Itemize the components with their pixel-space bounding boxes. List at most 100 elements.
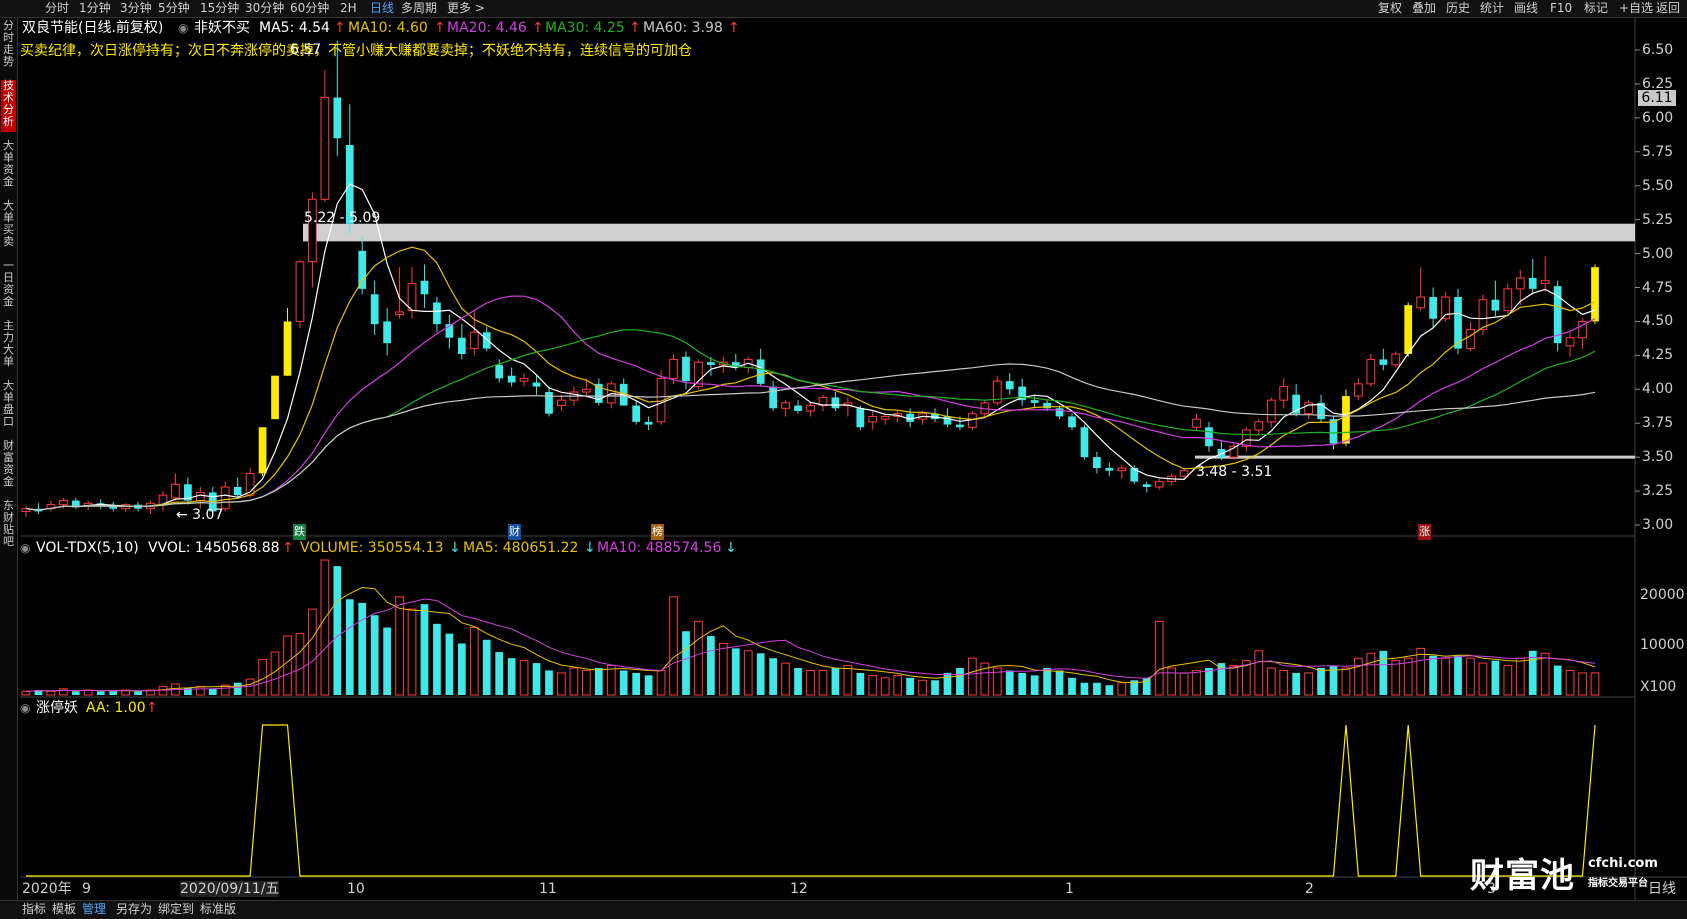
volume-bar	[195, 685, 205, 696]
candle-body	[682, 356, 690, 382]
watermark-logo: 财富池	[1470, 856, 1575, 896]
period-label: 日线	[1648, 881, 1676, 897]
volume-bar	[333, 566, 342, 695]
peak-price-label: 6.57	[290, 42, 322, 58]
candle-body	[644, 421, 653, 425]
candle-body	[557, 399, 566, 407]
event-marker-down[interactable]: 跌	[293, 524, 306, 540]
ma20-value: MA20: 4.46	[447, 20, 527, 36]
volume-bar	[1030, 675, 1039, 695]
volume-bar	[669, 596, 678, 696]
price-tick: 3.25	[1642, 483, 1674, 500]
candle-body	[1379, 359, 1388, 365]
price-tick: 4.25	[1642, 347, 1674, 364]
kline-chart[interactable]	[0, 0, 1687, 900]
price-tick: 3.50	[1642, 449, 1674, 466]
volume-bar	[1117, 682, 1127, 696]
volume-bar	[656, 669, 666, 696]
candle-body	[370, 294, 379, 325]
date-label-year: 2020年	[22, 881, 72, 897]
ma5-value: MA5: 4.54	[259, 20, 330, 36]
candle-body	[756, 359, 765, 384]
volume-bar	[1055, 670, 1064, 695]
bottom-tab[interactable]: 绑定到	[158, 902, 194, 917]
candle-body	[1540, 280, 1550, 284]
ma60-value: MA60: 3.98	[643, 20, 723, 36]
volume-bar	[71, 691, 80, 695]
bottom-toolbar: 指标 模板 管理 另存为 绑定到 标准版	[0, 900, 1687, 919]
bottom-tab[interactable]: 标准版	[200, 902, 236, 917]
date-label-cursor: 2020/09/11/五	[180, 881, 280, 897]
volume-bar	[968, 657, 977, 696]
date-label-feb: 2	[1305, 881, 1314, 897]
volume-bar	[358, 602, 367, 695]
candle-body	[333, 97, 342, 139]
volume-bar	[644, 675, 653, 695]
volume-bar	[632, 672, 641, 695]
volume-bar	[383, 627, 391, 695]
volume-bar	[781, 662, 790, 696]
volume-bar	[606, 665, 616, 696]
candle-body	[1429, 297, 1437, 319]
volume-indicator-name: VOL-TDX(5,10)	[36, 540, 139, 556]
vvol-arrow-icon: ↑	[282, 540, 294, 556]
volume-bar	[619, 670, 628, 695]
ma30-arrow-icon: ↑	[629, 20, 641, 36]
candle-body	[545, 392, 553, 414]
volume-tick-20000: 20000	[1640, 587, 1685, 603]
candle-body	[1192, 418, 1201, 428]
volume-bar	[208, 688, 217, 695]
volume-bar	[1068, 677, 1076, 695]
signal-indicator-name: 涨停妖	[36, 700, 78, 716]
volume-bar	[1317, 668, 1325, 695]
ma30-line	[25, 329, 1596, 511]
signal-toggle-icon[interactable]: ◉	[20, 700, 30, 716]
volume-arrow-icon: ↓	[449, 540, 461, 556]
bottom-tab[interactable]: 模板	[52, 902, 76, 917]
event-marker-up[interactable]: 涨	[1418, 524, 1431, 540]
price-tick: 5.00	[1642, 245, 1674, 262]
bottom-tab[interactable]: 另存为	[116, 902, 152, 917]
candle-body	[1254, 421, 1264, 431]
signal-arrow-icon: ↑	[146, 700, 158, 716]
volume-bar	[1354, 657, 1363, 696]
volume-toggle-icon[interactable]: ◉	[20, 540, 30, 556]
candle-body	[1105, 468, 1114, 471]
price-tick: 5.25	[1642, 211, 1674, 228]
candle-body	[482, 332, 491, 349]
volume-bar	[1441, 657, 1450, 696]
volume-bar	[420, 604, 429, 695]
volume-bar	[1578, 672, 1587, 696]
volume-bar	[868, 674, 878, 696]
candle-body	[308, 198, 317, 263]
volume-bar	[308, 608, 317, 696]
current-price-tag: 6.11	[1638, 90, 1676, 106]
volume-bar	[557, 672, 566, 696]
event-marker-list[interactable]: 榜	[651, 524, 664, 540]
volume-bar	[1590, 672, 1600, 696]
trading-rule-note: 买卖纪律，次日涨停持有；次日不奔涨停的卖掉，不管小赚大赚都要卖掉；不妖绝不持有，…	[20, 43, 692, 59]
volume-bar	[1553, 665, 1562, 695]
volume-bar	[134, 691, 142, 695]
volume-bar	[1254, 650, 1264, 696]
volume-bar	[445, 633, 454, 695]
candle-body	[669, 358, 678, 379]
volume-bar	[743, 650, 753, 696]
volume-bar	[818, 669, 828, 696]
event-marker-finance[interactable]: 财	[508, 524, 521, 540]
volume-bar	[1105, 685, 1114, 695]
volume-bar	[694, 620, 703, 696]
bottom-tab[interactable]: 管理	[82, 902, 106, 917]
candle-body	[1515, 277, 1525, 290]
candle-body	[469, 331, 479, 350]
ma30-value: MA30: 4.25	[545, 20, 625, 36]
volume-bar	[594, 668, 603, 695]
candle-body	[1342, 396, 1350, 444]
volume-bar	[46, 690, 56, 696]
volume-bar	[370, 615, 379, 695]
bottom-tab[interactable]: 指标	[22, 902, 46, 917]
volume-bar	[943, 672, 952, 695]
volume-bar	[856, 672, 865, 695]
candle-body	[1565, 337, 1575, 347]
indicator-toggle-icon[interactable]: ◉	[178, 20, 188, 36]
